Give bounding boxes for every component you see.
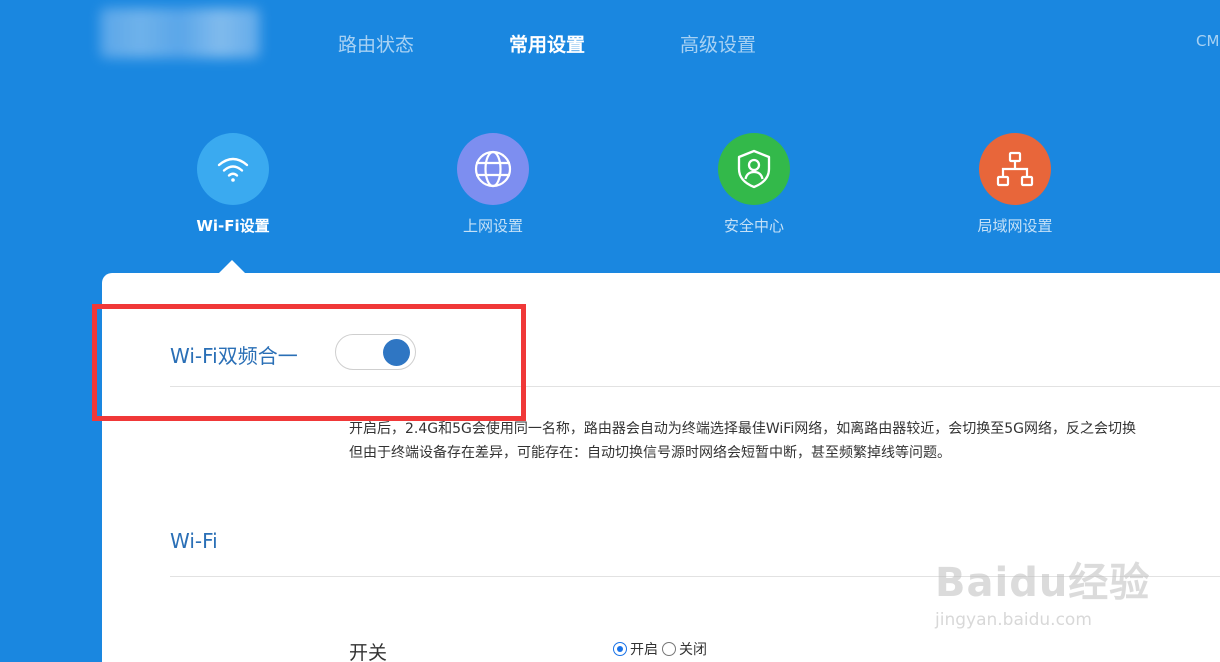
nav-router-status[interactable]: 路由状态 bbox=[338, 30, 414, 57]
feature-security-center[interactable]: 安全中心 bbox=[684, 133, 824, 236]
feature-label: 安全中心 bbox=[723, 217, 784, 235]
nav-advanced-settings[interactable]: 高级设置 bbox=[680, 30, 756, 57]
watermark-sub: jingyan.baidu.com bbox=[935, 610, 1092, 630]
feature-label: Wi-Fi设置 bbox=[196, 217, 270, 235]
radio-off-label[interactable]: 关闭 bbox=[679, 639, 707, 659]
red-highlight-annotation bbox=[92, 304, 526, 421]
feature-label: 上网设置 bbox=[462, 217, 523, 235]
nav-common-settings[interactable]: 常用设置 bbox=[509, 30, 585, 57]
active-tab-pointer bbox=[218, 260, 246, 274]
feature-lan-settings[interactable]: 局域网设置 bbox=[945, 133, 1085, 236]
wifi-icon bbox=[197, 133, 269, 205]
radio-off[interactable] bbox=[662, 642, 676, 656]
top-navigation: 路由状态 常用设置 高级设置 CM bbox=[0, 0, 1220, 86]
network-icon bbox=[979, 133, 1051, 205]
user-menu[interactable]: CM bbox=[1196, 32, 1219, 50]
feature-label: 局域网设置 bbox=[977, 217, 1053, 235]
feature-internet-settings[interactable]: 上网设置 bbox=[423, 133, 563, 236]
wifi-section-title: Wi-Fi bbox=[170, 529, 218, 553]
radio-on-label[interactable]: 开启 bbox=[630, 639, 658, 659]
description-line: 但由于终端设备存在差异，可能存在：自动切换信号源时网络会短暂中断，甚至频繁掉线等… bbox=[349, 445, 951, 461]
radio-on[interactable] bbox=[613, 642, 627, 656]
dual-band-description: 开启后，2.4G和5G会使用同一名称，路由器会自动为终端选择最佳WiFi网络，如… bbox=[349, 417, 1136, 465]
watermark-main: Baidu经验 bbox=[935, 560, 1151, 606]
baidu-watermark: Baidu经验 jingyan.baidu.com bbox=[935, 550, 1150, 630]
globe-icon bbox=[457, 133, 529, 205]
wifi-switch-radio-group: 开启 关闭 bbox=[613, 639, 711, 659]
wifi-switch-label: 开关 bbox=[349, 642, 388, 662]
feature-wifi-settings[interactable]: Wi-Fi设置 bbox=[163, 133, 303, 236]
shield-user-icon bbox=[718, 133, 790, 205]
